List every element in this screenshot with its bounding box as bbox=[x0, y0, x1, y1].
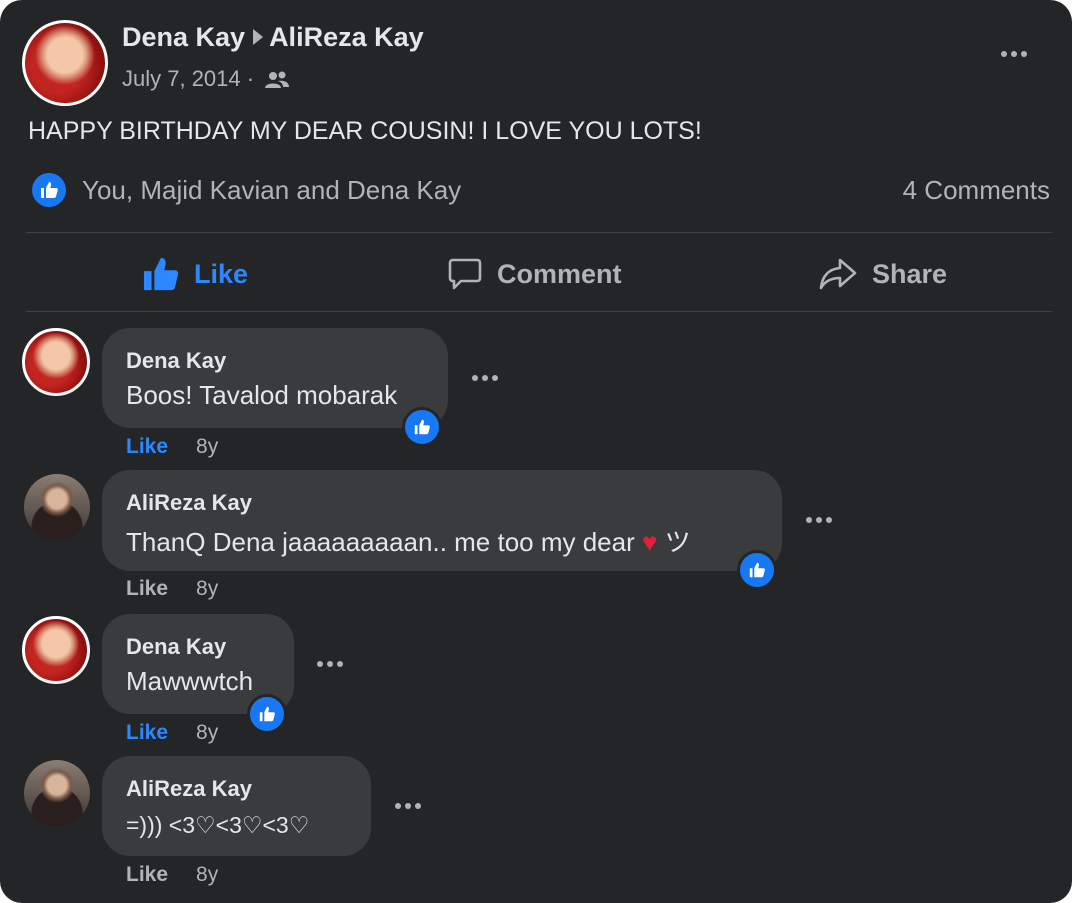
commenter-avatar[interactable] bbox=[24, 474, 90, 540]
share-icon bbox=[819, 258, 857, 290]
reactions-text: You, Majid Kavian and Dena Kay bbox=[82, 174, 462, 205]
commenter-avatar[interactable] bbox=[24, 760, 90, 826]
comment-bubble: AliReza Kay ThanQ Dena jaaaaaaaaan.. me … bbox=[102, 470, 782, 571]
comment-like-link[interactable]: Like bbox=[126, 863, 168, 886]
reactions-summary[interactable]: You, Majid Kavian and Dena Kay bbox=[32, 172, 461, 208]
comment-like-link[interactable]: Like bbox=[126, 577, 168, 600]
comment-like-reaction-icon[interactable] bbox=[737, 550, 777, 590]
comment-text: ThanQ Dena jaaaaaaaaan.. me too my dear … bbox=[126, 522, 691, 559]
comment-options-icon[interactable] bbox=[395, 803, 421, 809]
commenter-avatar[interactable] bbox=[22, 328, 90, 396]
comment-text: =))) <3♡<3♡<3♡ bbox=[126, 812, 310, 838]
comment-icon bbox=[448, 258, 482, 290]
post-date[interactable]: July 7, 2014 · bbox=[122, 66, 254, 91]
comment-options-icon[interactable] bbox=[317, 661, 343, 667]
divider bbox=[26, 311, 1052, 312]
comment-like-reaction-icon[interactable] bbox=[247, 694, 287, 734]
like-button[interactable]: Like bbox=[142, 252, 248, 296]
comment-text-emoticon: ツ bbox=[664, 527, 691, 557]
comment-age[interactable]: 8y bbox=[196, 721, 218, 744]
arrow-right-icon bbox=[253, 28, 264, 45]
comment-age[interactable]: 8y bbox=[196, 863, 218, 886]
comment-button[interactable]: Comment bbox=[447, 252, 622, 296]
comment-author[interactable]: AliReza Kay bbox=[126, 776, 252, 802]
comment-meta: Like 8y bbox=[126, 863, 218, 887]
comment-label: Comment bbox=[497, 258, 622, 289]
comment-age[interactable]: 8y bbox=[196, 435, 218, 458]
share-label: Share bbox=[872, 258, 948, 289]
comment-text-main: ThanQ Dena jaaaaaaaaan.. me too my dear bbox=[126, 527, 635, 557]
like-label: Like bbox=[194, 258, 249, 289]
comment-options-icon[interactable] bbox=[472, 375, 498, 381]
post-text: HAPPY BIRTHDAY MY DEAR COUSIN! I LOVE YO… bbox=[28, 117, 702, 145]
author-avatar[interactable] bbox=[22, 20, 108, 106]
comment-like-link[interactable]: Like bbox=[126, 435, 168, 458]
comment-like-reaction-icon[interactable] bbox=[402, 407, 442, 447]
post-card: Dena Kay AliReza Kay July 7, 2014 · HAPPY… bbox=[0, 0, 1072, 903]
friends-icon[interactable] bbox=[264, 70, 290, 90]
comment-like-link[interactable]: Like bbox=[126, 721, 168, 744]
recipient-name[interactable]: AliReza Kay bbox=[269, 22, 424, 52]
heart-emoji-icon: ♥ bbox=[642, 527, 658, 557]
comment-author[interactable]: AliReza Kay bbox=[126, 490, 252, 516]
comment-text: Boos! Tavalod mobarak bbox=[126, 380, 398, 410]
divider bbox=[26, 232, 1052, 233]
comment-bubble: AliReza Kay =))) <3♡<3♡<3♡ bbox=[102, 756, 371, 856]
thumbs-up-icon bbox=[143, 257, 179, 291]
comment-age[interactable]: 8y bbox=[196, 577, 218, 600]
comment-bubble: Dena Kay Boos! Tavalod mobarak bbox=[102, 328, 448, 428]
comment-meta: Like 8y bbox=[126, 721, 218, 745]
share-button[interactable]: Share bbox=[818, 252, 947, 296]
comment-author[interactable]: Dena Kay bbox=[126, 348, 226, 374]
comments-count[interactable]: 4 Comments bbox=[903, 175, 1050, 206]
author-name[interactable]: Dena Kay bbox=[122, 22, 245, 52]
post-meta: July 7, 2014 · bbox=[122, 66, 290, 92]
post-options-icon[interactable] bbox=[1001, 51, 1027, 57]
comment-meta: Like 8y bbox=[126, 577, 218, 601]
like-reaction-icon bbox=[32, 173, 66, 207]
comment-meta: Like 8y bbox=[126, 435, 218, 459]
comment-author[interactable]: Dena Kay bbox=[126, 634, 226, 660]
post-header-names: Dena Kay AliReza Kay bbox=[122, 22, 424, 53]
comment-options-icon[interactable] bbox=[806, 517, 832, 523]
comment-text: Mawwwtch bbox=[126, 666, 254, 696]
commenter-avatar[interactable] bbox=[22, 616, 90, 684]
